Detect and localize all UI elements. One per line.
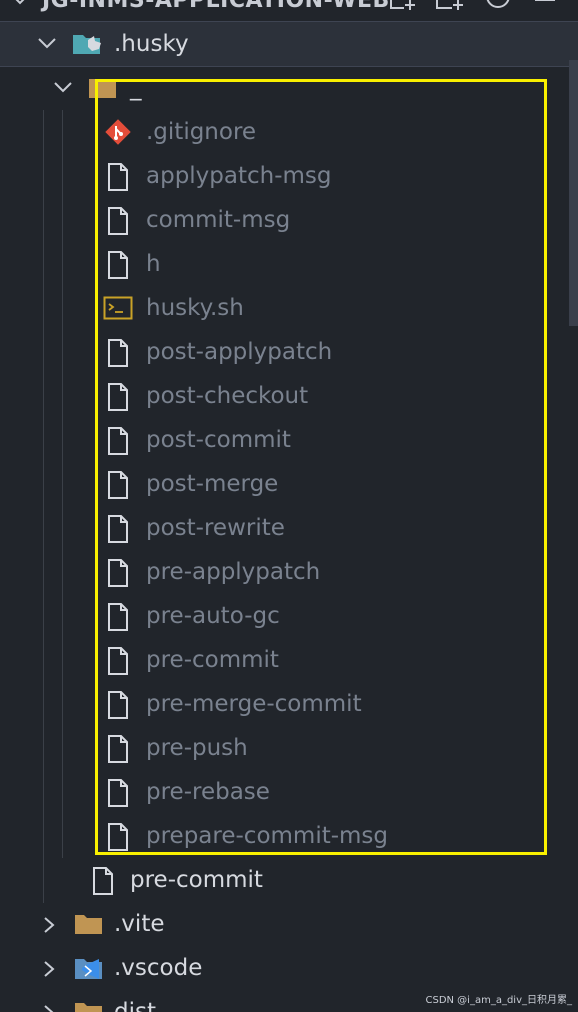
file-label: husky.sh: [146, 295, 244, 321]
dist-folder-label: dist: [114, 999, 156, 1012]
file-icon: [93, 867, 113, 895]
tree-item-underscore-folder[interactable]: _: [0, 66, 578, 110]
file-label: post-commit: [146, 427, 291, 453]
tree-item-vscode-folder[interactable]: .vscode: [0, 946, 578, 990]
collapse-all-icon[interactable]: [532, 0, 560, 12]
file-label: pre-applypatch: [146, 559, 321, 585]
tree-item-file[interactable]: post-commit: [0, 418, 578, 462]
file-icon: [108, 383, 128, 411]
husky-folder-label: .husky: [114, 31, 189, 57]
file-icon: [108, 779, 128, 807]
tree-item-file[interactable]: post-applypatch: [0, 330, 578, 374]
file-icon: [108, 251, 128, 279]
tree-item-file[interactable]: husky.sh: [0, 286, 578, 330]
new-file-icon[interactable]: [388, 0, 418, 12]
file-label: pre-rebase: [146, 779, 270, 805]
file-icon: [108, 427, 128, 455]
tree-item-file[interactable]: post-rewrite: [0, 506, 578, 550]
tree-item-file[interactable]: pre-rebase: [0, 770, 578, 814]
project-title[interactable]: JG-INMS-APPLICATION-WEB: [42, 0, 390, 13]
file-icon: [108, 207, 128, 235]
tree-item-file[interactable]: applypatch-msg: [0, 154, 578, 198]
tree-item-husky-pre-commit[interactable]: pre-commit: [0, 858, 578, 902]
folder-open-icon: [89, 79, 116, 98]
chevron-down-icon[interactable]: [10, 0, 30, 10]
vscode-folder-label: .vscode: [114, 955, 203, 981]
git-icon: [105, 119, 131, 145]
file-icon: [108, 515, 128, 543]
file-label: commit-msg: [146, 207, 291, 233]
file-label: h: [146, 251, 161, 277]
shell-script-icon: [103, 296, 133, 320]
file-icon: [108, 691, 128, 719]
file-icon: [108, 603, 128, 631]
dist-folder-icon: [75, 1003, 102, 1012]
tree-item-file[interactable]: post-merge: [0, 462, 578, 506]
file-icon: [108, 823, 128, 851]
file-icon: [108, 339, 128, 367]
new-folder-icon[interactable]: [434, 0, 466, 12]
chevron-down-icon[interactable]: [36, 35, 58, 53]
tree-item-file[interactable]: commit-msg: [0, 198, 578, 242]
tree-item-file[interactable]: pre-merge-commit: [0, 682, 578, 726]
file-label: post-rewrite: [146, 515, 285, 541]
file-label: pre-push: [146, 735, 248, 761]
file-icon: [108, 163, 128, 191]
file-icon: [108, 735, 128, 763]
explorer-header: JG-INMS-APPLICATION-WEB: [0, 0, 578, 14]
file-label: post-checkout: [146, 383, 309, 409]
file-icon: [108, 559, 128, 587]
tree-item-file[interactable]: post-checkout: [0, 374, 578, 418]
folder-icon: [75, 915, 102, 934]
file-label: pre-commit: [146, 647, 279, 673]
husky-folder-icon: [73, 35, 101, 54]
chevron-right-icon[interactable]: [40, 959, 58, 979]
tree-item-file[interactable]: pre-commit: [0, 638, 578, 682]
file-label: post-merge: [146, 471, 279, 497]
tree-item-file[interactable]: pre-applypatch: [0, 550, 578, 594]
tree-item-file[interactable]: h: [0, 242, 578, 286]
file-label: .gitignore: [146, 119, 257, 145]
file-icon: [108, 471, 128, 499]
watermark: CSDN @i_am_a_div_日积月累_: [425, 995, 572, 1006]
tree-item-file[interactable]: pre-push: [0, 726, 578, 770]
tree-item-file[interactable]: prepare-commit-msg: [0, 814, 578, 858]
chevron-right-icon[interactable]: [40, 1003, 58, 1012]
file-explorer: JG-INMS-APPLICATION-WEB .husky _ .gitign…: [0, 0, 578, 1012]
file-label: post-applypatch: [146, 339, 333, 365]
file-label: prepare-commit-msg: [146, 823, 389, 849]
refresh-icon[interactable]: [484, 0, 512, 12]
tree-item-file[interactable]: .gitignore: [0, 110, 578, 154]
file-label: pre-merge-commit: [146, 691, 362, 717]
tree-item-file[interactable]: pre-auto-gc: [0, 594, 578, 638]
chevron-down-icon[interactable]: [52, 79, 74, 97]
scrollbar-thumb[interactable]: [569, 60, 578, 326]
file-label: applypatch-msg: [146, 163, 332, 189]
file-label: pre-commit: [130, 867, 263, 893]
file-label: pre-auto-gc: [146, 603, 280, 629]
vscode-folder-icon: [75, 959, 102, 979]
chevron-right-icon[interactable]: [40, 915, 58, 935]
tree-item-husky-folder[interactable]: .husky: [0, 21, 578, 67]
file-icon: [108, 647, 128, 675]
tree-item-vite-folder[interactable]: .vite: [0, 902, 578, 946]
underscore-folder-label: _: [130, 75, 142, 101]
vite-folder-label: .vite: [114, 911, 165, 937]
